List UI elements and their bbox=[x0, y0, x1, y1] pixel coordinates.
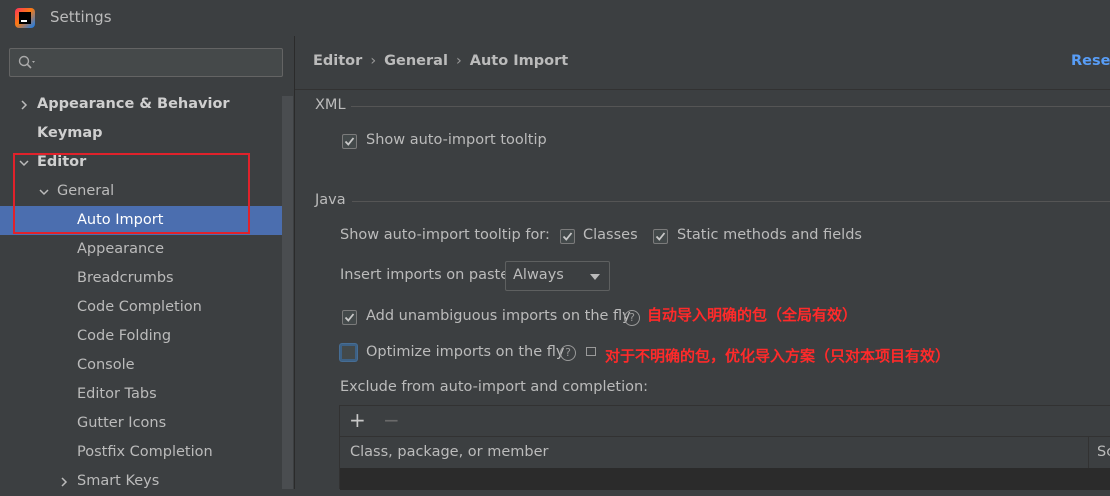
tree-item-label: Breadcrumbs bbox=[77, 270, 174, 286]
column-separator[interactable] bbox=[1088, 437, 1089, 468]
settings-sidebar: Appearance & Behavior Keymap Editor General… bbox=[0, 36, 294, 489]
checkmark-icon bbox=[344, 137, 355, 146]
checkmark-icon bbox=[562, 232, 573, 241]
tooltip-for-label: Show auto-import tooltip for: bbox=[340, 227, 550, 243]
java-section-title: Java bbox=[315, 192, 346, 208]
breadcrumb-separator-icon: › bbox=[455, 53, 462, 69]
tree-item-label: Keymap bbox=[37, 125, 103, 141]
chevron-right-icon[interactable] bbox=[57, 467, 71, 496]
add-icon[interactable]: + bbox=[349, 408, 366, 432]
dropdown-value: Always bbox=[513, 267, 564, 283]
xml-section-line bbox=[351, 106, 1110, 107]
header-divider bbox=[295, 89, 1110, 90]
tree-item[interactable]: Postfix Completion bbox=[0, 438, 282, 467]
tree-item[interactable]: Breadcrumbs bbox=[0, 264, 282, 293]
classes-label[interactable]: Classes bbox=[583, 227, 638, 243]
window-title: Settings bbox=[50, 8, 112, 26]
add-unambiguous-label[interactable]: Add unambiguous imports on the fly bbox=[366, 308, 631, 324]
column-header[interactable]: Class, package, or member bbox=[350, 437, 549, 468]
breadcrumb-item: Auto Import bbox=[469, 53, 569, 69]
insert-on-paste-label: Insert imports on paste: bbox=[340, 267, 515, 283]
annotation-global: 自动导入明确的包（全局有效） bbox=[647, 306, 858, 324]
sidebar-scrollbar[interactable] bbox=[282, 96, 293, 489]
checkmark-icon bbox=[344, 313, 355, 322]
breadcrumb: Editor › General › Auto Import bbox=[313, 53, 568, 69]
insert-on-paste-dropdown[interactable]: Always bbox=[505, 261, 610, 291]
tree-item-label: Code Folding bbox=[77, 328, 172, 344]
add-unambiguous-checkbox[interactable] bbox=[342, 310, 357, 325]
breadcrumb-separator-icon: › bbox=[370, 53, 377, 69]
optimize-imports-label[interactable]: Optimize imports on the fly bbox=[366, 344, 564, 360]
highlight-box bbox=[13, 153, 250, 234]
tree-item-label: Smart Keys bbox=[77, 473, 160, 489]
tree-item[interactable]: Appearance bbox=[0, 235, 282, 264]
search-field[interactable] bbox=[9, 48, 283, 77]
help-icon[interactable]: ? bbox=[624, 310, 640, 326]
tree-item-label: Code Completion bbox=[77, 299, 202, 315]
classes-checkbox[interactable] bbox=[560, 229, 575, 244]
xml-show-tooltip-checkbox[interactable] bbox=[342, 134, 357, 149]
tree-item[interactable]: Console bbox=[0, 351, 282, 380]
search-icon[interactable] bbox=[18, 55, 38, 71]
window-small-icon[interactable] bbox=[586, 347, 596, 356]
table-toolbar: + − bbox=[340, 406, 1110, 436]
java-section-line bbox=[352, 201, 1110, 202]
checkmark-icon bbox=[655, 232, 666, 241]
tree-item-label: Gutter Icons bbox=[77, 415, 167, 431]
search-input[interactable] bbox=[46, 52, 280, 75]
intellij-logo-icon bbox=[15, 8, 35, 28]
exclude-label: Exclude from auto-import and completion: bbox=[340, 379, 649, 395]
settings-content: Editor › General › Auto Import Reset XML Sho… bbox=[295, 36, 1110, 490]
breadcrumb-item: Editor bbox=[313, 53, 363, 69]
tree-item[interactable]: Gutter Icons bbox=[0, 409, 282, 438]
xml-section-title: XML bbox=[315, 97, 346, 113]
table-body[interactable] bbox=[340, 468, 1110, 490]
tree-item[interactable]: Editor Tabs bbox=[0, 380, 282, 409]
title-bar: Settings bbox=[0, 0, 1110, 36]
tree-item[interactable]: Keymap bbox=[0, 119, 282, 148]
chevron-right-icon[interactable] bbox=[17, 90, 31, 119]
static-methods-checkbox[interactable] bbox=[653, 229, 668, 244]
reset-link[interactable]: Reset bbox=[1071, 53, 1110, 69]
tree-item-label: Postfix Completion bbox=[77, 444, 213, 460]
remove-icon[interactable]: − bbox=[383, 408, 400, 432]
help-icon[interactable]: ? bbox=[560, 345, 576, 361]
chevron-down-icon bbox=[590, 274, 600, 280]
static-methods-label[interactable]: Static methods and fields bbox=[677, 227, 862, 243]
tree-item-label: Appearance bbox=[77, 241, 165, 257]
tree-item-label: Editor Tabs bbox=[77, 386, 157, 402]
table-header: Class, package, or member Sc bbox=[340, 436, 1110, 469]
tree-item[interactable]: Appearance & Behavior bbox=[0, 90, 282, 119]
annotation-project: 对于不明确的包，优化导入方案（只对本项目有效） bbox=[605, 347, 951, 365]
tree-item[interactable]: Smart Keys bbox=[0, 467, 282, 496]
tree-item[interactable]: Code Completion bbox=[0, 293, 282, 322]
xml-show-tooltip-label[interactable]: Show auto-import tooltip bbox=[366, 132, 547, 148]
exclude-table: + − Class, package, or member Sc bbox=[339, 405, 1110, 490]
column-header[interactable]: Sc bbox=[1097, 437, 1110, 468]
tree-item[interactable]: Code Folding bbox=[0, 322, 282, 351]
tree-item-label: Console bbox=[77, 357, 135, 373]
breadcrumb-item: General bbox=[384, 53, 448, 69]
optimize-imports-checkbox[interactable] bbox=[340, 344, 357, 361]
tree-item-label: Appearance & Behavior bbox=[37, 96, 230, 112]
